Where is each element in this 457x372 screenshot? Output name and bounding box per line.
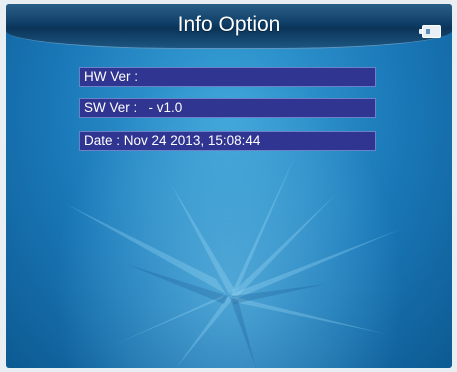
background-flower-decoration [66, 154, 401, 368]
hw-version-row[interactable]: HW Ver : [79, 67, 376, 87]
sw-version-row[interactable]: SW Ver : - v1.0 [79, 98, 376, 118]
build-date-row[interactable]: Date : Nov 24 2013, 15:08:44 [79, 131, 376, 151]
card-icon [419, 25, 441, 38]
info-screen: Info Option HW Ver : SW Ver : - v1.0 Dat… [6, 4, 452, 368]
page-title: Info Option [177, 13, 281, 36]
title-bar: Info Option [6, 4, 452, 49]
